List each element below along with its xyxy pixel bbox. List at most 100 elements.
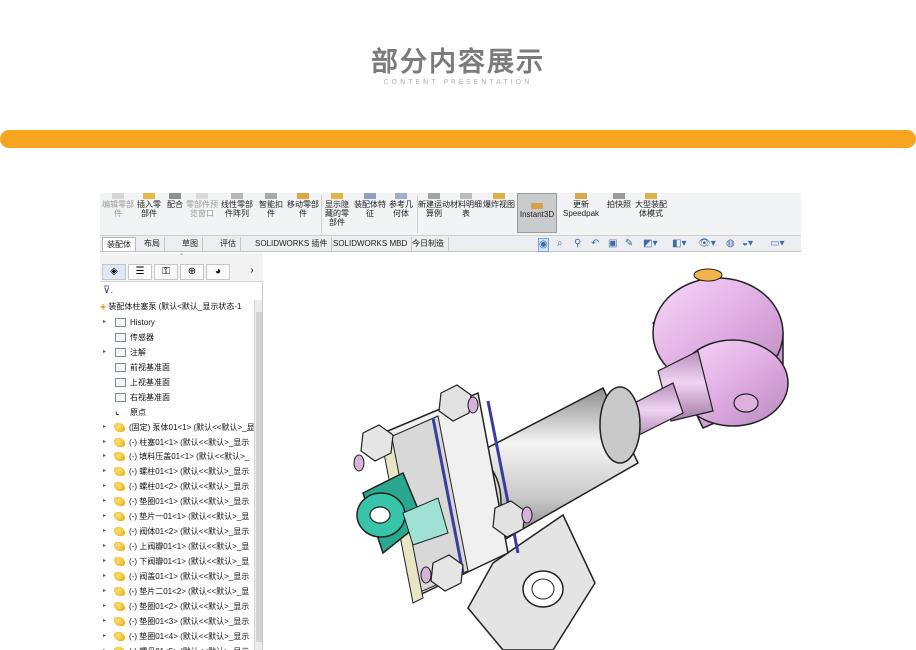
show-hidden-button[interactable]: 显示隐藏的零部件 <box>322 193 352 233</box>
section-view-icon[interactable]: ▣ <box>608 238 617 250</box>
smart-fasteners-label: 智能扣件 <box>259 200 283 218</box>
take-snapshot-button[interactable]: 拍快照 <box>604 193 634 233</box>
tree-item[interactable]: ▸ 注解 <box>100 345 254 360</box>
tree-root[interactable]: ◈ 装配体柱塞泵 (默认<默认_显示状态-1 <box>100 300 256 313</box>
tab-solidworks-addins[interactable]: SOLIDWORKS 插件 <box>251 237 333 251</box>
tree-item[interactable]: ▸ (-) 螺柱01<1> (默认<<默认>_显示 <box>100 464 254 479</box>
tree-scrollbar[interactable] <box>254 300 262 650</box>
expand-arrow-icon[interactable]: ▸ <box>103 644 106 650</box>
tab-solidworks-mbd[interactable]: SOLIDWORKS MBD <box>329 237 413 251</box>
tree-item[interactable]: ▸ (-) 垫圈01<1> (默认<<默认>_显示 <box>100 494 254 509</box>
bill-of-materials-button[interactable]: 材料明细表 <box>450 193 482 233</box>
insert-component-button[interactable]: 插入零部件 <box>134 193 164 233</box>
zoom-to-fit-icon[interactable]: ⌕ <box>557 238 563 250</box>
new-motion-study-label: 新建运动算例 <box>418 200 450 218</box>
part-icon <box>114 542 125 552</box>
tab-evaluate[interactable]: 评估 <box>216 237 241 251</box>
edit-appearance-icon[interactable]: ◍ <box>726 238 735 250</box>
tree-item[interactable]: ▸ History <box>100 315 254 330</box>
display-style-icon[interactable]: ◧▾ <box>672 238 686 250</box>
mate-button[interactable]: 配合 <box>164 193 186 233</box>
tab-layout[interactable]: 布局 <box>140 237 165 251</box>
tree-item[interactable]: 前视基准面 <box>100 360 254 375</box>
plane-icon <box>115 377 126 387</box>
tree-item[interactable]: ⌞ 原点 <box>100 405 254 420</box>
large-assembly-icon <box>645 193 657 199</box>
tree-item[interactable]: ▸ (固定) 泵体01<1> (默认<<默认>_显 <box>100 420 254 435</box>
expand-arrow-icon[interactable]: ▸ <box>103 569 106 584</box>
edit-component-button[interactable]: 编辑零部件 <box>102 193 134 233</box>
tree-item[interactable]: 传感器 <box>100 330 254 345</box>
configurationmanager-icon[interactable]: ⚿ <box>154 264 178 280</box>
component-preview-label: 零部件预览窗口 <box>186 200 218 218</box>
zoom-area-icon[interactable]: ⚲ <box>574 238 581 250</box>
expand-arrow-icon[interactable]: ▸ <box>103 524 106 539</box>
view-settings-icon[interactable]: ▭▾ <box>770 238 784 250</box>
part-icon <box>114 557 125 566</box>
panel-collapse-handle[interactable]: ⌃ <box>100 253 263 262</box>
mate-icon <box>169 193 181 199</box>
expand-arrow-icon[interactable]: ▸ <box>103 539 106 554</box>
expand-arrow-icon[interactable]: ▸ <box>103 494 106 509</box>
tree-item[interactable]: 上视基准面 <box>100 375 254 390</box>
expand-arrow-icon[interactable]: ▸ <box>103 479 106 494</box>
panel-expand-icon[interactable]: › <box>240 264 264 280</box>
component-preview-button[interactable]: 零部件预览窗口 <box>186 193 218 233</box>
expand-arrow-icon[interactable]: ▸ <box>103 345 106 360</box>
tree-item[interactable]: ▸ (-) 垫片二01<2> (默认<<默认>_显 <box>100 584 254 599</box>
apply-scene-icon[interactable]: ◒▾ <box>742 238 753 250</box>
tab-assembly[interactable]: 装配体 <box>102 237 136 251</box>
tree-item[interactable]: ▸ (-) 螺柱01<2> (默认<<默认>_显示 <box>100 479 254 494</box>
expand-arrow-icon[interactable]: ▸ <box>103 599 106 614</box>
expand-arrow-icon[interactable]: ▸ <box>103 629 106 644</box>
tree-item[interactable]: ▸ (-) 螺母01<5> (默认<<默认>_显示 <box>100 644 254 650</box>
tab-manufacturing[interactable]: 今日制造 <box>408 237 449 251</box>
tree-item[interactable]: ▸ (-) 垫片一01<1> (默认<<默认>_显 <box>100 509 254 524</box>
linear-pattern-button[interactable]: 线性零部件阵列 <box>218 193 256 233</box>
tree-item[interactable]: ▸ (-) 垫圈01<3> (默认<<默认>_显示 <box>100 614 254 629</box>
reference-geometry-button[interactable]: 参考几何体 <box>386 193 416 233</box>
scrollbar-thumb[interactable] <box>256 312 262 642</box>
tree-item[interactable]: ▸ (-) 上阀瓣01<1> (默认<<默认>_显 <box>100 539 254 554</box>
view-orientation-icon[interactable]: ◩▾ <box>643 238 657 250</box>
display-manager-icon[interactable]: ◕ <box>206 264 230 280</box>
expand-arrow-icon[interactable]: ▸ <box>103 315 106 330</box>
featuremanager-icon[interactable]: ◈ <box>102 264 126 280</box>
previous-view-icon[interactable]: ↶ <box>591 238 599 250</box>
tree-item[interactable]: ▸ (-) 阀体01<2> (默认<<默认>_显示 <box>100 524 254 539</box>
expand-arrow-icon[interactable]: ▸ <box>103 420 106 435</box>
expand-arrow-icon[interactable]: ▸ <box>103 584 106 599</box>
view-orientation-icon[interactable]: ◉ <box>538 238 549 252</box>
tree-item[interactable]: ▸ (-) 垫圈01<4> (默认<<默认>_显示 <box>100 629 254 644</box>
tree-item-label: (-) 填料压盖01<1> (默认<<默认>_ <box>129 452 250 462</box>
tree-item[interactable]: ▸ (-) 下阀瓣01<1> (默认<<默认>_显 <box>100 554 254 569</box>
propertymanager-icon[interactable]: ☰ <box>128 264 152 280</box>
dynamic-annotation-icon[interactable]: ✎ <box>625 238 633 250</box>
expand-arrow-icon[interactable]: ▸ <box>103 449 106 464</box>
expand-arrow-icon[interactable]: ▸ <box>103 464 106 479</box>
instant3d-button[interactable]: Instant3D <box>517 193 557 233</box>
large-assembly-mode-button[interactable]: 大型装配体模式 <box>635 193 667 233</box>
new-motion-study-button[interactable]: 新建运动算例 <box>418 193 450 233</box>
dimxpert-icon[interactable]: ⊕ <box>180 264 204 280</box>
tab-sketch[interactable]: 草图 <box>178 237 203 251</box>
tree-item-label: History <box>130 318 155 327</box>
tree-item[interactable]: ▸ (-) 阀盖01<1> (默认<<默认>_显示 <box>100 569 254 584</box>
move-component-button[interactable]: 移动零部件 <box>286 193 320 233</box>
tree-item[interactable]: 右视基准面 <box>100 390 254 405</box>
smart-fasteners-button[interactable]: 智能扣件 <box>256 193 286 233</box>
update-speedpak-button[interactable]: 更新Speedpak <box>560 193 602 233</box>
bill-of-materials-label: 材料明细表 <box>450 200 482 218</box>
tree-item[interactable]: ▸ (-) 柱塞01<1> (默认<<默认>_显示 <box>100 435 254 450</box>
tree-item[interactable]: ▸ (-) 垫圈01<2> (默认<<默认>_显示 <box>100 599 254 614</box>
tree-item[interactable]: ▸ (-) 填料压盖01<1> (默认<<默认>_ <box>100 449 254 464</box>
exploded-view-button[interactable]: 爆炸视图 <box>482 193 516 233</box>
expand-arrow-icon[interactable]: ▸ <box>103 435 106 450</box>
assembly-features-button[interactable]: 装配体特征 <box>354 193 386 233</box>
expand-arrow-icon[interactable]: ▸ <box>103 614 106 629</box>
expand-arrow-icon[interactable]: ▸ <box>103 509 106 524</box>
expand-arrow-icon[interactable]: ▸ <box>103 554 106 569</box>
hide-show-icon[interactable]: 👁▾ <box>698 238 716 250</box>
graphics-viewport[interactable] <box>263 253 801 650</box>
filter-icon[interactable]: ⊽. <box>103 285 113 296</box>
